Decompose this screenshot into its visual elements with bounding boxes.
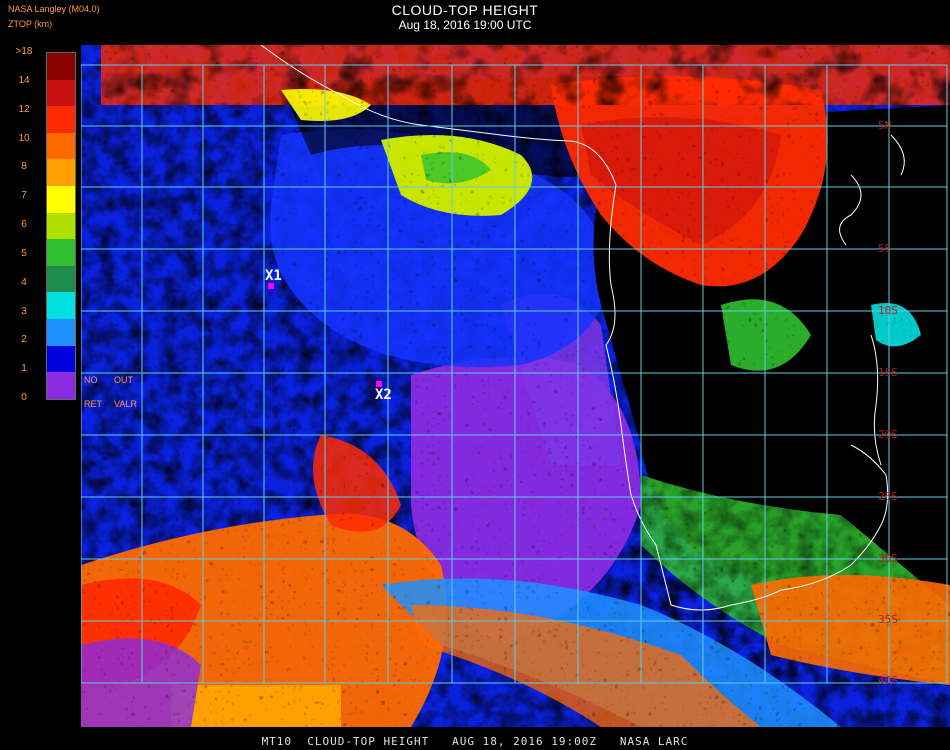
- legend-swatch: [47, 186, 75, 213]
- legend-color-bar: [46, 52, 76, 400]
- legend-tick-label: 8: [21, 161, 27, 173]
- legend-swatch: [47, 106, 75, 133]
- latitude-label: 35S: [878, 613, 898, 626]
- flag-valr: VALR: [114, 399, 137, 409]
- legend-tick-label: >18: [15, 46, 33, 57]
- legend-swatch: [47, 159, 75, 187]
- legend-tick-label: 12: [18, 103, 30, 115]
- legend-swatch: [47, 319, 75, 346]
- legend-tick-label: 4: [21, 276, 27, 288]
- legend-tick-label: 7: [21, 190, 27, 202]
- flag-out: OUT: [114, 375, 133, 385]
- legend-swatch: [47, 292, 75, 320]
- latitude-label: 30S: [878, 552, 898, 565]
- legend-tick-label: 10: [18, 132, 30, 144]
- source-label: NASA Langley (M04.0): [8, 4, 100, 14]
- legend-swatch: [47, 372, 75, 399]
- legend-tick-label: 5: [21, 247, 27, 259]
- latitude-label: 15S: [878, 366, 898, 379]
- flag-ret: RET: [84, 399, 102, 409]
- footer-caption: MT10 CLOUD-TOP HEIGHT AUG 18, 2016 19:00…: [261, 735, 689, 748]
- legend-tick-label: 3: [21, 305, 27, 317]
- satellite-map: [81, 45, 950, 727]
- header-meta: NASA Langley (M04.0) ZTOP (km): [8, 2, 100, 32]
- legend-swatch: [47, 79, 75, 107]
- flag-no: NO: [84, 375, 98, 385]
- product-label: ZTOP (km): [8, 19, 53, 29]
- legend-tick-label: 0: [21, 392, 27, 403]
- legend-swatch: [47, 132, 75, 160]
- legend-swatch: [47, 212, 75, 240]
- legend-swatch: [47, 239, 75, 266]
- latitude-label: 20S: [878, 428, 898, 441]
- legend-swatch: [47, 345, 75, 373]
- legend-tick-label: 14: [18, 74, 30, 86]
- latitude-label: 5N: [878, 119, 892, 132]
- map-title-block: CLOUD-TOP HEIGHT Aug 18, 2016 19:00 UTC: [330, 2, 600, 32]
- latitude-label: 5S: [878, 242, 892, 255]
- legend-swatch: [47, 53, 75, 80]
- datetime-label: Aug 18, 2016 19:00 UTC: [398, 18, 532, 32]
- latitude-label: 10S: [878, 304, 898, 317]
- legend-tick-label: 6: [21, 219, 27, 230]
- color-legend: >18 14 12 10 8 7 6 5 4 3 2 1 0: [8, 46, 76, 406]
- legend-swatch: [47, 265, 75, 293]
- latitude-label: 40S: [878, 674, 898, 687]
- latitude-label: 25S: [878, 490, 898, 503]
- legend-tick-label: 2: [21, 334, 27, 346]
- marker-x2-label: X2: [375, 387, 392, 403]
- marker-x1-label: X1: [265, 268, 282, 284]
- legend-tick-label: 1: [21, 363, 27, 375]
- page-title: CLOUD-TOP HEIGHT: [391, 2, 539, 18]
